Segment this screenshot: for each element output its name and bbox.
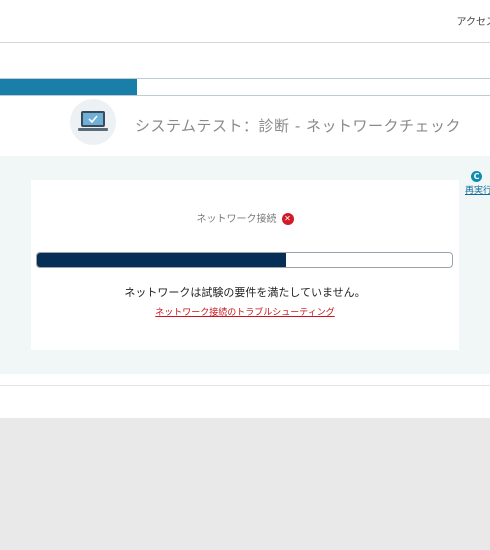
network-check-card: ネットワーク接続 ✕ ネットワークは試験の要件を満たしていません。 ネットワーク接…: [31, 180, 459, 350]
refresh-icon: C: [471, 171, 482, 182]
steps-progress-fill: [0, 79, 138, 95]
main-panel: システムテスト：診断 - ネットワークチェック C 再実行 ネットワーク接続 ✕ …: [0, 43, 490, 418]
error-icon: ✕: [281, 213, 294, 225]
page-header: システムテスト：診断 - ネットワークチェック: [0, 99, 490, 155]
page-title: システムテスト：診断 - ネットワークチェック: [135, 117, 462, 135]
check-label: ネットワーク接続: [196, 214, 277, 225]
divider: [0, 385, 490, 386]
accessibility-link[interactable]: アクセス: [457, 13, 490, 28]
steps-progress-bar: [0, 78, 490, 96]
result-message: ネットワークは試験の要件を満たしていません。: [124, 286, 366, 299]
network-progress-fill: [37, 253, 286, 267]
laptop-icon: [70, 99, 116, 145]
troubleshooting-link[interactable]: ネットワーク接続のトラブルシューティング: [31, 305, 459, 318]
status-row: ネットワーク接続 ✕: [31, 210, 459, 225]
top-bar: アクセス: [0, 0, 490, 43]
check-section: C 再実行 ネットワーク接続 ✕ ネットワークは試験の要件を満たしていません。 ネ…: [0, 156, 490, 374]
network-progress-bar: [36, 252, 453, 268]
